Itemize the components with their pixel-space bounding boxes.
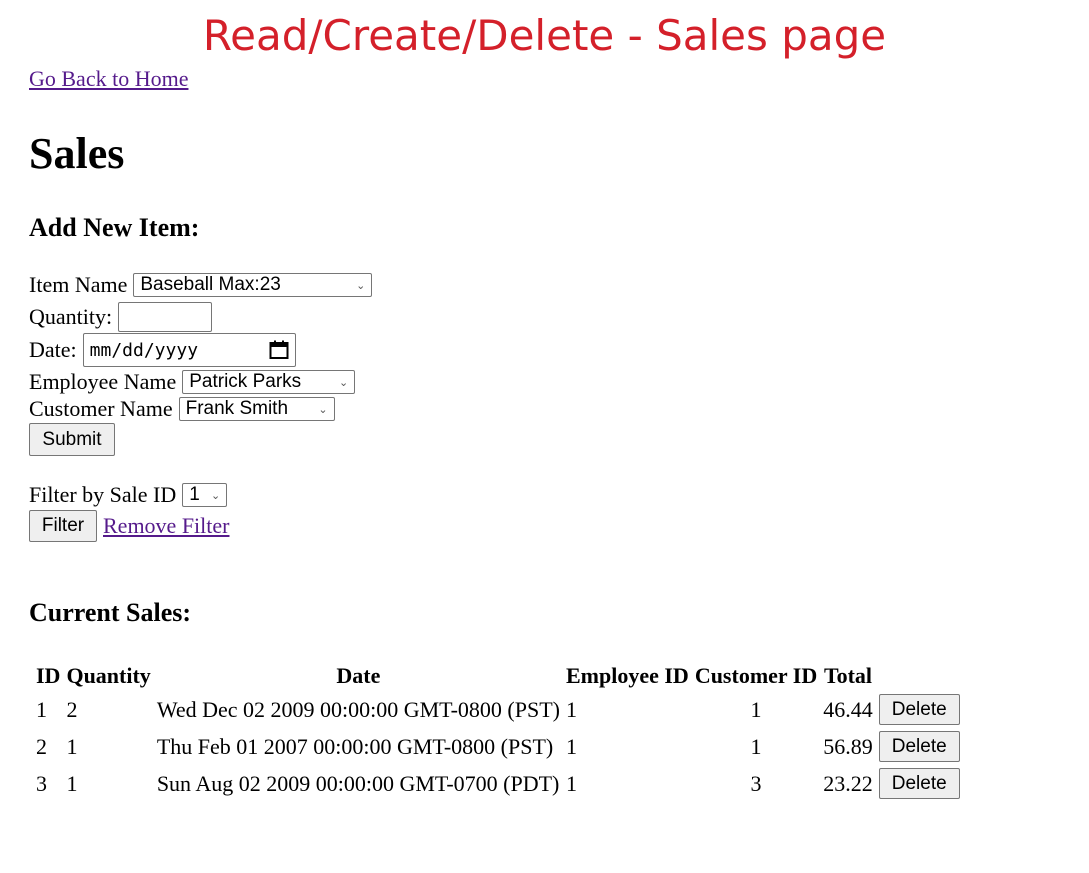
date-input[interactable]: mm/dd/yyyy [82, 333, 296, 367]
cell-date: Sun Aug 02 2009 00:00:00 GMT-0700 (PDT) [156, 770, 560, 796]
item-name-select-value: Baseball Max:23 [140, 274, 281, 295]
customer-name-row: Customer Name Frank Smith ⌄ [29, 396, 335, 422]
filter-label: Filter by Sale ID [29, 482, 177, 507]
sale-id-select-value: 1 [189, 484, 200, 505]
quantity-label: Quantity: [29, 304, 113, 329]
cell-date: Wed Dec 02 2009 00:00:00 GMT-0800 (PST) [156, 696, 560, 722]
chevron-down-icon: ⌄ [318, 403, 328, 416]
filter-row: Filter by Sale ID 1 ⌄ [29, 482, 228, 508]
page-banner: Read/Create/Delete - Sales page [202, 11, 887, 60]
cell-employee-id: 1 [565, 770, 577, 796]
cell-actions: Delete [877, 766, 962, 801]
cell-id: 1 [36, 696, 47, 722]
date-placeholder: mm/dd/yyyy [89, 339, 199, 361]
cell-customer-id: 3 [750, 770, 762, 796]
item-name-row: Item Name Baseball Max:23 ⌄ [29, 272, 373, 298]
cell-id: 2 [36, 733, 47, 759]
table-header-row: ID Quantity Date Employee ID Customer ID… [34, 662, 962, 690]
remove-filter-link[interactable]: Remove Filter [103, 513, 229, 539]
employee-name-select[interactable]: Patrick Parks ⌄ [182, 370, 356, 394]
cell-quantity: 1 [66, 733, 78, 759]
current-sales-heading: Current Sales: [29, 598, 192, 627]
cell-quantity: 1 [66, 770, 78, 796]
chevron-down-icon: ⌄ [339, 376, 349, 389]
calendar-icon[interactable] [269, 340, 289, 360]
employee-name-select-value: Patrick Parks [189, 371, 302, 392]
cell-quantity: 2 [66, 696, 78, 722]
item-name-label: Item Name [29, 272, 128, 297]
column-header-quantity: Quantity [66, 663, 151, 688]
cell-total: 56.89 [823, 733, 873, 759]
cell-customer-id: 1 [750, 733, 762, 759]
cell-employee-id: 1 [565, 733, 577, 759]
submit-row: Submit [29, 423, 115, 456]
filter-actions-row: Filter Remove Filter [29, 510, 229, 542]
column-header-date: Date [336, 663, 381, 688]
date-label: Date: [29, 337, 77, 362]
column-header-actions [877, 662, 962, 690]
employee-name-label: Employee Name [29, 369, 177, 394]
column-header-total: Total [823, 663, 873, 688]
customer-name-select-value: Frank Smith [185, 398, 289, 419]
cell-actions: Delete [877, 729, 962, 764]
quantity-input[interactable] [118, 302, 213, 332]
page-title: Sales [29, 129, 125, 178]
sales-table: ID Quantity Date Employee ID Customer ID… [32, 660, 964, 803]
submit-button[interactable]: Submit [29, 423, 115, 456]
delete-button[interactable]: Delete [878, 768, 960, 799]
go-back-home-link[interactable]: Go Back to Home [29, 66, 188, 92]
chevron-down-icon: ⌄ [211, 489, 221, 502]
cell-customer-id: 1 [750, 696, 762, 722]
column-header-employee-id: Employee ID [565, 663, 689, 688]
table-row: 1 2 Wed Dec 02 2009 00:00:00 GMT-0800 (P… [34, 692, 962, 727]
filter-button[interactable]: Filter [29, 510, 97, 542]
add-item-heading: Add New Item: [29, 213, 200, 242]
cell-total: 23.22 [823, 770, 873, 796]
cell-employee-id: 1 [565, 696, 577, 722]
chevron-down-icon: ⌄ [356, 279, 366, 292]
delete-button[interactable]: Delete [878, 694, 960, 725]
column-header-customer-id: Customer ID [694, 663, 818, 688]
column-header-id: ID [36, 663, 61, 688]
item-name-select[interactable]: Baseball Max:23 ⌄ [133, 273, 373, 297]
customer-name-select[interactable]: Frank Smith ⌄ [178, 397, 335, 421]
quantity-row: Quantity: [29, 302, 213, 332]
cell-total: 46.44 [823, 696, 873, 722]
delete-button[interactable]: Delete [878, 731, 960, 762]
cell-id: 3 [36, 770, 47, 796]
table-row: 3 1 Sun Aug 02 2009 00:00:00 GMT-0700 (P… [34, 766, 962, 801]
date-row: Date: mm/dd/yyyy [29, 333, 296, 367]
customer-name-label: Customer Name [29, 396, 173, 421]
employee-name-row: Employee Name Patrick Parks ⌄ [29, 369, 356, 395]
sale-id-select[interactable]: 1 ⌄ [182, 483, 228, 507]
table-row: 2 1 Thu Feb 01 2007 00:00:00 GMT-0800 (P… [34, 729, 962, 764]
cell-date: Thu Feb 01 2007 00:00:00 GMT-0800 (PST) [156, 733, 554, 759]
cell-actions: Delete [877, 692, 962, 727]
